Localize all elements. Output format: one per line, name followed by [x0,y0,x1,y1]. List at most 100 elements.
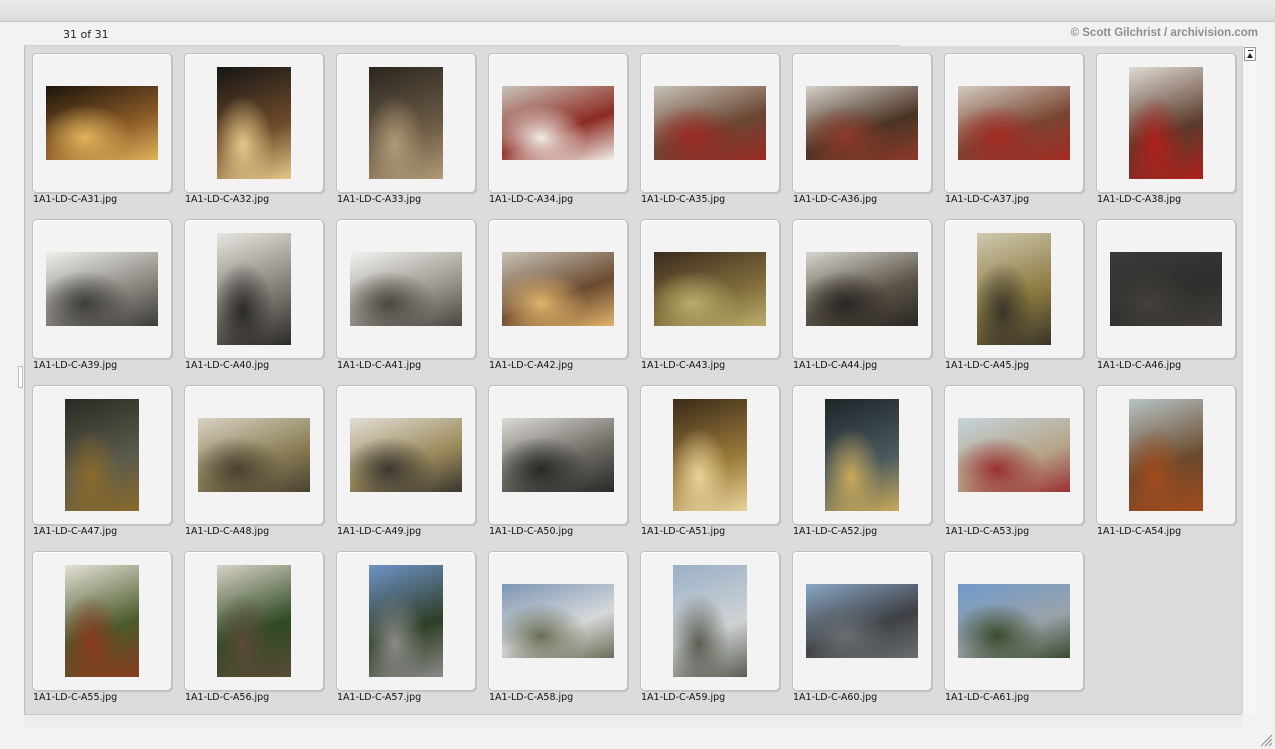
thumbnail-filename: 1A1-LD-C-A58.jpg [489,692,574,703]
thumbnail-tile[interactable] [488,53,628,193]
thumbnail-filename: 1A1-LD-C-A40.jpg [185,360,270,371]
thumbnail-tile[interactable] [640,53,780,193]
thumbnail-tile[interactable] [944,53,1084,193]
thumbnail-tile[interactable] [944,551,1084,691]
thumbnail-image[interactable] [806,584,918,658]
thumbnail-image[interactable] [65,565,139,677]
thumbnail-filename: 1A1-LD-C-A38.jpg [1097,194,1182,205]
thumbnail-tile[interactable] [640,219,780,359]
thumbnail-tile[interactable] [32,551,172,691]
thumbnail-filename: 1A1-LD-C-A50.jpg [489,526,574,537]
thumbnail-filename: 1A1-LD-C-A47.jpg [33,526,118,537]
thumbnail-image[interactable] [198,418,310,492]
thumbnail-image[interactable] [977,233,1051,345]
thumbnail-image[interactable] [654,86,766,160]
thumbnail-filename: 1A1-LD-C-A36.jpg [793,194,878,205]
thumbnail-tile[interactable] [336,385,476,525]
thumbnail-filename: 1A1-LD-C-A32.jpg [185,194,270,205]
thumbnail-filename: 1A1-LD-C-A43.jpg [641,360,726,371]
thumbnail-tile[interactable] [488,551,628,691]
thumbnail-image[interactable] [958,86,1070,160]
thumbnail-image[interactable] [502,418,614,492]
item-count-label: 31 of 31 [63,28,109,41]
thumbnail-image[interactable] [806,252,918,326]
thumbnail-filename: 1A1-LD-C-A35.jpg [641,194,726,205]
thumbnail-image[interactable] [1129,399,1203,511]
thumbnail-image[interactable] [502,252,614,326]
thumbnail-image[interactable] [369,565,443,677]
thumbnail-grid: 1A1-LD-C-A31.jpg 1A1-LD-C-A32.jpg 1A1-LD-C… [24,46,1243,714]
thumbnail-tile[interactable] [792,219,932,359]
thumbnail-image[interactable] [673,565,747,677]
thumbnail-filename: 1A1-LD-C-A54.jpg [1097,526,1182,537]
splitter-handle[interactable] [18,366,23,388]
vertical-scrollbar[interactable] [1242,46,1257,714]
thumbnail-image[interactable] [350,252,462,326]
resize-grip-icon[interactable] [1259,733,1273,747]
thumbnail-image[interactable] [65,399,139,511]
thumbnail-filename: 1A1-LD-C-A49.jpg [337,526,422,537]
thumbnail-tile[interactable] [184,219,324,359]
thumbnail-filename: 1A1-LD-C-A59.jpg [641,692,726,703]
thumbnail-filename: 1A1-LD-C-A57.jpg [337,692,422,703]
thumbnail-image[interactable] [217,67,291,179]
thumbnail-tile[interactable] [184,551,324,691]
thumbnail-filename: 1A1-LD-C-A37.jpg [945,194,1030,205]
thumbnail-filename: 1A1-LD-C-A48.jpg [185,526,270,537]
thumbnail-filename: 1A1-LD-C-A44.jpg [793,360,878,371]
thumbnail-image[interactable] [1129,67,1203,179]
thumbnail-filename: 1A1-LD-C-A51.jpg [641,526,726,537]
thumbnail-image[interactable] [350,418,462,492]
thumbnail-image[interactable] [46,86,158,160]
thumbnail-tile[interactable] [32,385,172,525]
copyright-notice: © Scott Gilchrist / archivision.com [1070,27,1258,39]
thumbnail-filename: 1A1-LD-C-A31.jpg [33,194,118,205]
thumbnail-tile[interactable] [336,551,476,691]
thumbnail-image[interactable] [654,252,766,326]
thumbnail-tile[interactable] [488,385,628,525]
thumbnail-image[interactable] [1110,252,1222,326]
thumbnail-filename: 1A1-LD-C-A42.jpg [489,360,574,371]
thumbnail-tile[interactable] [184,385,324,525]
thumbnail-tile[interactable] [1096,53,1236,193]
thumbnail-image[interactable] [825,399,899,511]
thumbnail-image[interactable] [806,86,918,160]
thumbnail-filename: 1A1-LD-C-A60.jpg [793,692,878,703]
thumbnail-image[interactable] [502,584,614,658]
thumbnail-tile[interactable] [792,551,932,691]
thumbnail-filename: 1A1-LD-C-A39.jpg [33,360,118,371]
thumbnail-tile[interactable] [640,385,780,525]
thumbnail-tile[interactable] [32,219,172,359]
thumbnail-image[interactable] [958,584,1070,658]
scroll-to-top-icon[interactable] [1244,47,1256,61]
thumbnail-tile[interactable] [944,219,1084,359]
thumbnail-tile[interactable] [488,219,628,359]
thumbnail-tile[interactable] [184,53,324,193]
thumbnail-image[interactable] [369,67,443,179]
thumbnail-tile[interactable] [1096,385,1236,525]
thumbnail-tile[interactable] [1096,219,1236,359]
thumbnail-image[interactable] [217,233,291,345]
thumbnail-image[interactable] [217,565,291,677]
thumbnail-image[interactable] [958,418,1070,492]
thumbnail-image[interactable] [502,86,614,160]
thumbnail-tile[interactable] [792,53,932,193]
thumbnail-filename: 1A1-LD-C-A55.jpg [33,692,118,703]
thumbnail-tile[interactable] [336,53,476,193]
horizontal-scrollbar[interactable] [24,714,1242,729]
thumbnail-tile[interactable] [640,551,780,691]
thumbnail-filename: 1A1-LD-C-A46.jpg [1097,360,1182,371]
thumbnail-filename: 1A1-LD-C-A41.jpg [337,360,422,371]
thumbnail-tile[interactable] [32,53,172,193]
thumbnail-filename: 1A1-LD-C-A33.jpg [337,194,422,205]
thumbnail-image[interactable] [46,252,158,326]
thumbnail-filename: 1A1-LD-C-A45.jpg [945,360,1030,371]
thumbnail-tile[interactable] [336,219,476,359]
thumbnail-filename: 1A1-LD-C-A34.jpg [489,194,574,205]
window-title-bar [0,0,1275,22]
thumbnail-filename: 1A1-LD-C-A52.jpg [793,526,878,537]
thumbnail-image[interactable] [673,399,747,511]
thumbnail-tile[interactable] [792,385,932,525]
thumbnail-tile[interactable] [944,385,1084,525]
thumbnail-filename: 1A1-LD-C-A56.jpg [185,692,270,703]
